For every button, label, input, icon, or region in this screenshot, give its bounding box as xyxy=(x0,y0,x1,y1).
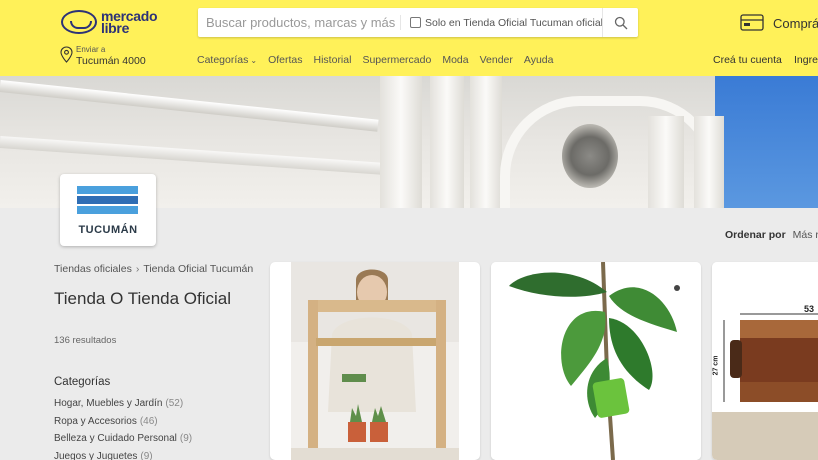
logo-stripe xyxy=(77,206,138,214)
category-filter-list: Hogar, Muebles y Jardín (52) Ropa y Acces… xyxy=(54,398,192,460)
chevron-down-icon: ⌄ xyxy=(250,56,258,65)
product-card[interactable]: 53 27 cm xyxy=(712,262,818,460)
chevron-right-icon: › xyxy=(135,263,140,275)
card-icon xyxy=(740,14,764,31)
logo-wordmark: mercado libre xyxy=(101,8,158,36)
promo-link[interactable]: Comprá xyxy=(740,12,818,36)
product-card[interactable] xyxy=(270,262,480,460)
main-nav: Categorías ⌄ Ofertas Historial Supermerca… xyxy=(197,54,564,66)
dimension-label-side: 27 cm xyxy=(712,355,720,376)
official-store-filter[interactable]: Solo en Tienda Oficial Tucuman oficial xyxy=(400,15,603,30)
search-button[interactable] xyxy=(602,8,638,37)
login-link[interactable]: Ingre xyxy=(794,54,818,66)
official-store-checkbox[interactable] xyxy=(410,17,421,28)
nav-history[interactable]: Historial xyxy=(314,54,352,66)
promo-text: Comprá xyxy=(773,16,818,31)
category-filter-item[interactable]: Hogar, Muebles y Jardín (52) xyxy=(54,398,192,416)
category-filter-item[interactable]: Juegos y Juguetes (9) xyxy=(54,451,192,460)
search-icon xyxy=(614,16,627,29)
banner-pillar xyxy=(648,116,684,208)
nav-help[interactable]: Ayuda xyxy=(524,54,554,66)
filter-heading: Categorías xyxy=(54,376,111,388)
breadcrumb-item[interactable]: Tiendas oficiales xyxy=(54,263,132,275)
location-pin-icon xyxy=(60,46,73,63)
nav-fashion[interactable]: Moda xyxy=(442,54,468,66)
product-image-plant xyxy=(491,262,701,460)
product-image-desk xyxy=(291,262,459,460)
dimension-label-top: 53 xyxy=(804,304,815,314)
search-bar: Solo en Tienda Oficial Tucuman oficial xyxy=(198,8,638,37)
official-store-label: Solo en Tienda Oficial Tucuman oficial xyxy=(425,16,604,29)
location-label: Enviar a xyxy=(76,45,106,54)
nav-offers[interactable]: Ofertas xyxy=(268,54,302,66)
banner-cornice xyxy=(0,80,379,132)
category-filter-item[interactable]: Belleza y Cuidado Personal (9) xyxy=(54,433,192,451)
breadcrumb-item[interactable]: Tienda Oficial Tucumán xyxy=(143,263,253,275)
store-logo: TUCUMÁN xyxy=(60,174,156,246)
nav-sell[interactable]: Vender xyxy=(480,54,513,66)
banner-cornice xyxy=(0,136,400,176)
logo-stripe xyxy=(77,196,138,204)
product-image-cutting-board xyxy=(712,262,818,460)
logo-stripe xyxy=(77,186,138,194)
top-header: mercado libre Solo en Tienda Oficial Tuc… xyxy=(0,0,818,76)
nav-supermarket[interactable]: Supermercado xyxy=(362,54,431,66)
results-count: 136 resultados xyxy=(54,335,117,346)
handshake-icon xyxy=(61,10,97,34)
banner-pillar xyxy=(470,76,502,208)
mercadolibre-logo[interactable]: mercado libre xyxy=(61,8,165,38)
product-card[interactable] xyxy=(491,262,701,460)
sort-control[interactable]: Ordenar por Más rele xyxy=(725,229,818,241)
category-filter-item[interactable]: Ropa y Accesorios (46) xyxy=(54,416,192,434)
banner-pillar xyxy=(380,76,422,208)
search-input[interactable] xyxy=(206,8,396,37)
banner-pillar xyxy=(694,116,724,208)
nav-categories[interactable]: Categorías ⌄ xyxy=(197,54,257,66)
create-account-link[interactable]: Creá tu cuenta xyxy=(713,54,782,66)
page-title: Tienda O Tienda Oficial xyxy=(54,289,232,308)
breadcrumb: Tiendas oficiales › Tienda Oficial Tucumán xyxy=(54,263,253,275)
location-value: Tucumán 4000 xyxy=(76,55,146,67)
banner-pillar xyxy=(430,76,464,208)
coat-of-arms-image xyxy=(562,124,618,188)
sort-label: Ordenar por xyxy=(725,229,786,241)
store-logo-text: TUCUMÁN xyxy=(78,224,138,236)
banner-sky xyxy=(715,76,818,208)
sort-value: Más rele xyxy=(792,229,818,241)
